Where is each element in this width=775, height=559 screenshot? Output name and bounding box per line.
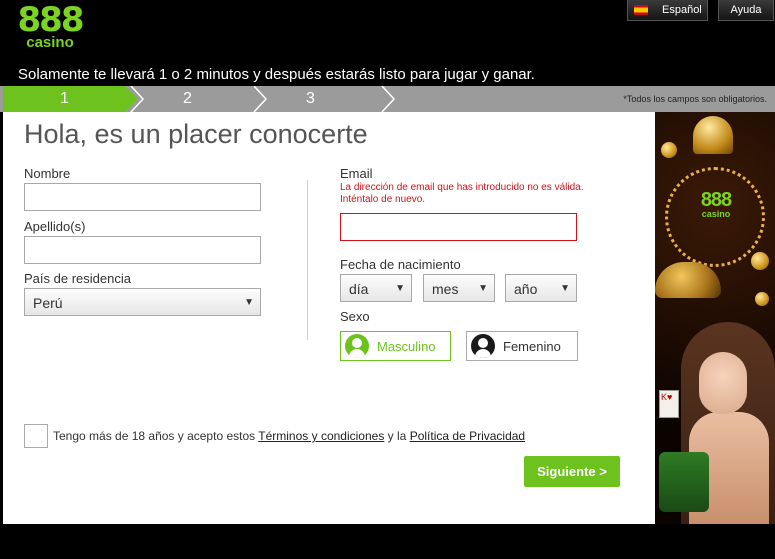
email-input[interactable] bbox=[340, 213, 577, 241]
female-avatar-icon bbox=[471, 334, 495, 358]
header: 888 casino Solamente te llevará 1 o 2 mi… bbox=[0, 0, 775, 86]
magic-lamp-image bbox=[655, 262, 721, 298]
birth-day-value: día bbox=[349, 281, 369, 297]
tagline: Solamente te llevará 1 o 2 minutos y des… bbox=[18, 66, 535, 83]
birth-year-value: año bbox=[514, 281, 538, 297]
gender-male-option[interactable]: Masculino bbox=[340, 331, 451, 361]
birth-month-select[interactable]: mes ▼ bbox=[423, 274, 495, 302]
terms-prefix: Tengo más de 18 años y acepto estos bbox=[53, 429, 256, 443]
chevron-down-icon: ▼ bbox=[478, 283, 488, 294]
logo-number: 888 bbox=[17, 0, 85, 40]
step-2-number: 2 bbox=[183, 90, 192, 107]
step-1-number: 1 bbox=[60, 90, 69, 107]
country-select[interactable]: Perú ▼ bbox=[24, 288, 261, 316]
male-avatar-icon bbox=[345, 334, 369, 358]
step-separator-icon bbox=[381, 86, 396, 112]
gender-label: Sexo bbox=[340, 309, 370, 324]
chevron-down-icon: ▼ bbox=[244, 297, 254, 308]
gold-coin-image bbox=[755, 292, 769, 306]
golden-bell-image bbox=[693, 116, 733, 154]
gold-coin-image bbox=[661, 142, 677, 158]
leprechaun-hat-image bbox=[659, 452, 709, 512]
country-value: Perú bbox=[33, 295, 63, 311]
first-name-label: Nombre bbox=[24, 166, 71, 181]
country-label: País de residencia bbox=[24, 271, 131, 286]
privacy-link[interactable]: Política de Privacidad bbox=[410, 429, 525, 443]
promo-banner[interactable]: 888 casino K♥ bbox=[655, 112, 775, 524]
last-name-input[interactable] bbox=[24, 236, 261, 264]
steps-bar: 1 2 3 *Todos los campos son obligatorios… bbox=[0, 86, 775, 112]
banner-logo: 888 casino bbox=[693, 190, 739, 219]
step-3-number: 3 bbox=[306, 90, 315, 107]
last-name-label: Apellido(s) bbox=[24, 219, 86, 234]
terms-text: Tengo más de 18 años y acepto estos Térm… bbox=[53, 429, 525, 443]
birth-month-value: mes bbox=[432, 281, 459, 297]
spain-flag-icon bbox=[634, 5, 648, 15]
playing-card-image: K♥ bbox=[659, 390, 679, 418]
step-separator-icon bbox=[130, 86, 145, 112]
birthdate-label: Fecha de nacimiento bbox=[340, 257, 461, 272]
email-label: Email bbox=[340, 166, 373, 181]
step-separator-icon bbox=[253, 86, 268, 112]
chevron-down-icon: ▼ bbox=[560, 283, 570, 294]
gender-female-option[interactable]: Femenino bbox=[466, 331, 578, 361]
required-fields-note: *Todos los campos son obligatorios. bbox=[623, 94, 767, 104]
next-button[interactable]: Siguiente > bbox=[524, 456, 620, 487]
registration-form: Hola, es un placer conocerte Nombre Apel… bbox=[3, 112, 655, 524]
terms-middle: y la bbox=[387, 429, 407, 443]
terms-checkbox[interactable] bbox=[24, 424, 48, 448]
gender-male-label: Masculino bbox=[377, 338, 436, 354]
banner-logo-number: 888 bbox=[700, 189, 732, 211]
form-title: Hola, es un placer conocerte bbox=[24, 119, 368, 149]
chevron-down-icon: ▼ bbox=[395, 283, 405, 294]
888-casino-logo: 888 casino bbox=[14, 2, 86, 50]
woman-photo-face bbox=[699, 352, 747, 414]
language-label: Español bbox=[662, 4, 702, 16]
gender-female-label: Femenino bbox=[503, 338, 561, 354]
first-name-input[interactable] bbox=[24, 183, 261, 211]
column-divider bbox=[307, 180, 308, 340]
birth-day-select[interactable]: día ▼ bbox=[340, 274, 412, 302]
language-button[interactable]: Español bbox=[627, 0, 708, 21]
help-button[interactable]: Ayuda bbox=[718, 0, 774, 21]
terms-link[interactable]: Términos y condiciones bbox=[258, 429, 384, 443]
gold-coin-image bbox=[751, 252, 769, 270]
banner-logo-word: casino bbox=[701, 209, 731, 219]
birth-year-select[interactable]: año ▼ bbox=[505, 274, 577, 302]
email-error-message: La dirección de email que has introducid… bbox=[340, 182, 584, 205]
